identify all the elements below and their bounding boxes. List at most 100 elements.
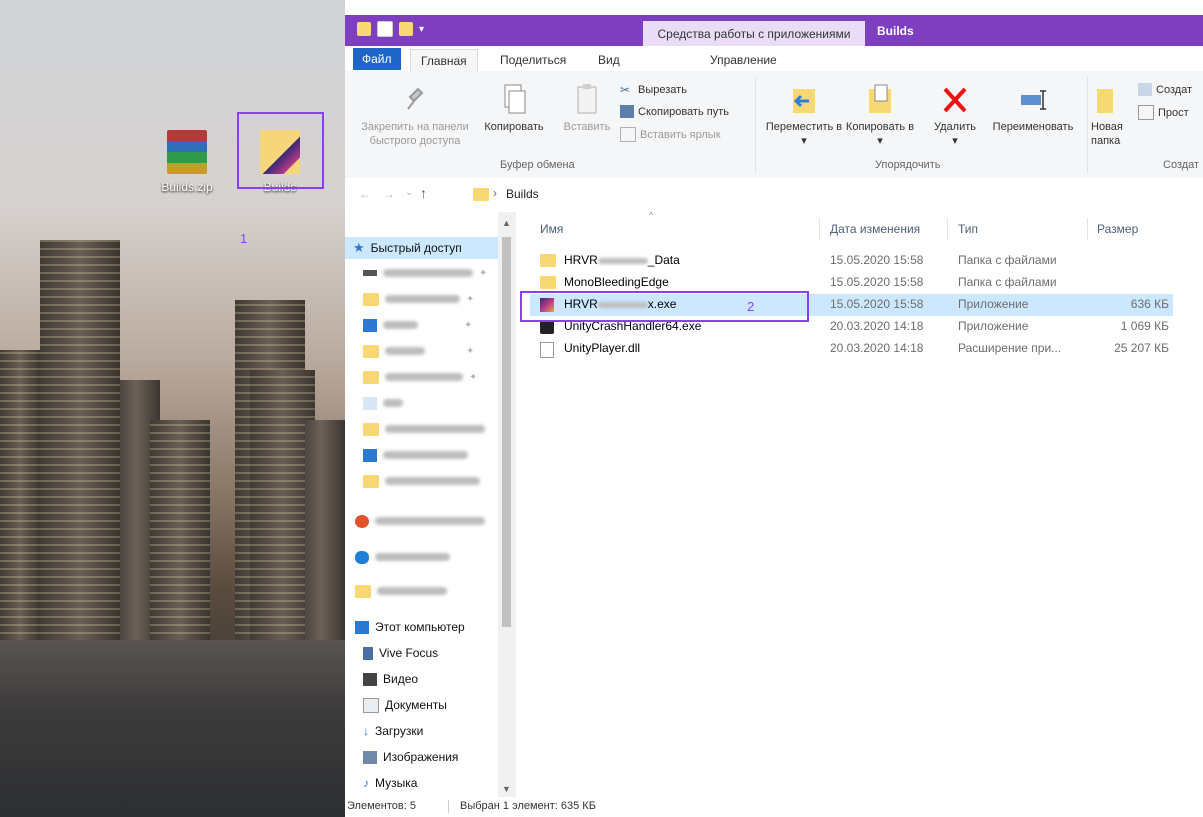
file-icon — [363, 396, 377, 410]
nav-item-blurred[interactable] — [363, 444, 468, 466]
dll-file-icon — [540, 342, 554, 358]
nav-item-blurred[interactable] — [363, 418, 485, 440]
copy-to-icon — [865, 83, 895, 117]
cut-command[interactable]: ✂ Вырезать — [620, 83, 687, 97]
column-header-type[interactable]: Тип — [958, 222, 978, 236]
back-arrow-icon[interactable]: ← — [359, 187, 371, 201]
context-tab-app-tools[interactable]: Средства работы с приложениями — [643, 21, 865, 46]
new-folder-icon[interactable] — [399, 22, 413, 36]
nav-item-blurred[interactable] — [355, 510, 485, 532]
building — [0, 350, 40, 650]
forward-arrow-icon[interactable]: → — [383, 187, 395, 201]
tab-file[interactable]: Файл — [353, 48, 401, 70]
column-header-size[interactable]: Размер — [1097, 222, 1138, 236]
tab-share[interactable]: Поделиться — [500, 49, 566, 71]
easy-access-command[interactable]: Прост — [1138, 105, 1189, 120]
move-to-button[interactable]: Переместить в ▾ — [763, 83, 845, 148]
divider[interactable] — [947, 218, 948, 240]
new-folder-icon — [1095, 83, 1115, 117]
paste-shortcut-icon — [620, 127, 636, 142]
download-arrow-icon: ↓ — [363, 724, 369, 738]
new-item-command[interactable]: Создат — [1138, 83, 1192, 96]
desktop-wallpaper: Builds.zip Builds 1 — [0, 0, 345, 817]
nav-item-blurred[interactable] — [355, 580, 447, 602]
computer-icon — [355, 620, 369, 634]
breadcrumb-builds[interactable]: Builds — [506, 187, 539, 201]
nav-item-blurred[interactable]: ✦ — [363, 314, 472, 336]
rename-button[interactable]: Переименовать — [983, 83, 1083, 134]
delete-button[interactable]: Удалить ▾ — [929, 83, 981, 148]
nav-video[interactable]: Видео — [363, 668, 418, 690]
tab-home[interactable]: Главная — [410, 49, 478, 73]
address-bar-row: ← → ⌄ ↑ › Builds — [345, 178, 1203, 212]
file-date: 15.05.2020 15:58 — [830, 253, 924, 267]
folder-icon — [363, 422, 379, 436]
nav-this-pc[interactable]: Этот компьютер — [355, 616, 465, 638]
copy-path-command[interactable]: Скопировать путь — [620, 105, 729, 118]
qat-dropdown-icon[interactable]: ▾ — [419, 24, 424, 35]
file-list: ^ Имя Дата изменения Тип Размер HRVR _Dat… — [515, 210, 1203, 797]
pin-icon — [405, 83, 425, 117]
nav-item-blurred[interactable] — [363, 470, 480, 492]
water — [0, 640, 345, 817]
sort-ascending-icon: ^ — [649, 210, 654, 220]
drive-icon — [363, 270, 377, 276]
building — [150, 420, 210, 650]
recent-dropdown-icon[interactable]: ⌄ — [405, 187, 413, 198]
copy-icon — [499, 83, 529, 117]
column-header-date[interactable]: Дата изменения — [830, 222, 920, 236]
star-icon: ★ — [353, 240, 365, 255]
up-arrow-icon[interactable]: ↑ — [420, 185, 427, 201]
divider[interactable] — [819, 218, 820, 240]
blurred-label — [385, 477, 480, 485]
scroll-up-icon[interactable]: ▲ — [502, 218, 511, 228]
pin-icon: ✦ — [479, 267, 488, 279]
delete-x-icon — [940, 83, 970, 117]
folder-icon — [363, 344, 379, 358]
tab-manage[interactable]: Управление — [710, 49, 777, 71]
properties-icon[interactable] — [377, 21, 393, 37]
nav-documents[interactable]: Документы — [363, 694, 447, 716]
tab-view[interactable]: Вид — [598, 49, 620, 71]
explorer-content: ★ Быстрый доступ ✦ ✦ ✦ ✦ ✦ Этот компьюте… — [345, 210, 1203, 797]
new-folder-button[interactable]: Новая папка — [1091, 83, 1131, 148]
blurred-label — [383, 321, 418, 329]
nav-scroll-thumb[interactable] — [502, 237, 511, 627]
nav-images[interactable]: Изображения — [363, 746, 458, 768]
divider[interactable] — [1087, 218, 1088, 240]
nav-item-blurred[interactable]: ✦ — [363, 288, 474, 310]
blurred-label — [385, 347, 425, 355]
copy-button[interactable]: Копировать — [483, 83, 545, 134]
desktop-icon-builds-zip[interactable]: Builds.zip — [152, 130, 222, 194]
nav-music[interactable]: ♪ Музыка — [363, 772, 417, 794]
nav-item-blurred[interactable] — [355, 546, 450, 568]
clipboard-group-label: Буфер обмена — [500, 159, 575, 171]
window-title: Builds — [877, 24, 914, 38]
copy-path-icon — [620, 105, 634, 118]
status-bar: Элементов: 5 Выбран 1 элемент: 635 КБ — [345, 797, 1203, 817]
divider — [1087, 77, 1088, 173]
item-count: Элементов: 5 — [347, 800, 416, 812]
folder-icon[interactable] — [357, 22, 371, 36]
new-group-label: Создат — [1163, 159, 1200, 171]
breadcrumb-separator-icon: › — [493, 186, 497, 200]
organize-group-label: Упорядочить — [875, 159, 941, 171]
nav-item-blurred[interactable]: ✦ — [363, 340, 474, 362]
file-row[interactable]: HRVR _Data 15.05.2020 15:58 Папка с файла… — [530, 250, 1173, 272]
nav-item-blurred[interactable]: ✦ — [363, 366, 477, 388]
paste-shortcut-command[interactable]: Вставить ярлык — [620, 127, 721, 142]
folder-icon — [540, 254, 556, 267]
annotation-number-2: 2 — [747, 299, 755, 314]
scroll-down-icon[interactable]: ▼ — [502, 784, 511, 794]
ribbon-tabs: Файл Главная Поделиться Вид Управление — [345, 46, 1203, 73]
nav-vive-focus[interactable]: Vive Focus — [363, 642, 438, 664]
column-header-name[interactable]: Имя — [540, 222, 563, 236]
pin-quick-access-button[interactable]: Закрепить на панели быстрого доступа — [350, 83, 480, 148]
nav-quick-access[interactable]: ★ Быстрый доступ — [345, 237, 498, 259]
nav-item-blurred[interactable]: ✦ — [363, 262, 487, 284]
copy-to-button[interactable]: Копировать в ▾ — [845, 83, 915, 148]
file-row[interactable]: UnityPlayer.dll 20.03.2020 14:18 Расшире… — [530, 338, 1173, 360]
nav-downloads[interactable]: ↓ Загрузки — [363, 720, 423, 742]
nav-item-blurred[interactable] — [363, 392, 403, 414]
paste-button[interactable]: Вставить — [559, 83, 615, 134]
